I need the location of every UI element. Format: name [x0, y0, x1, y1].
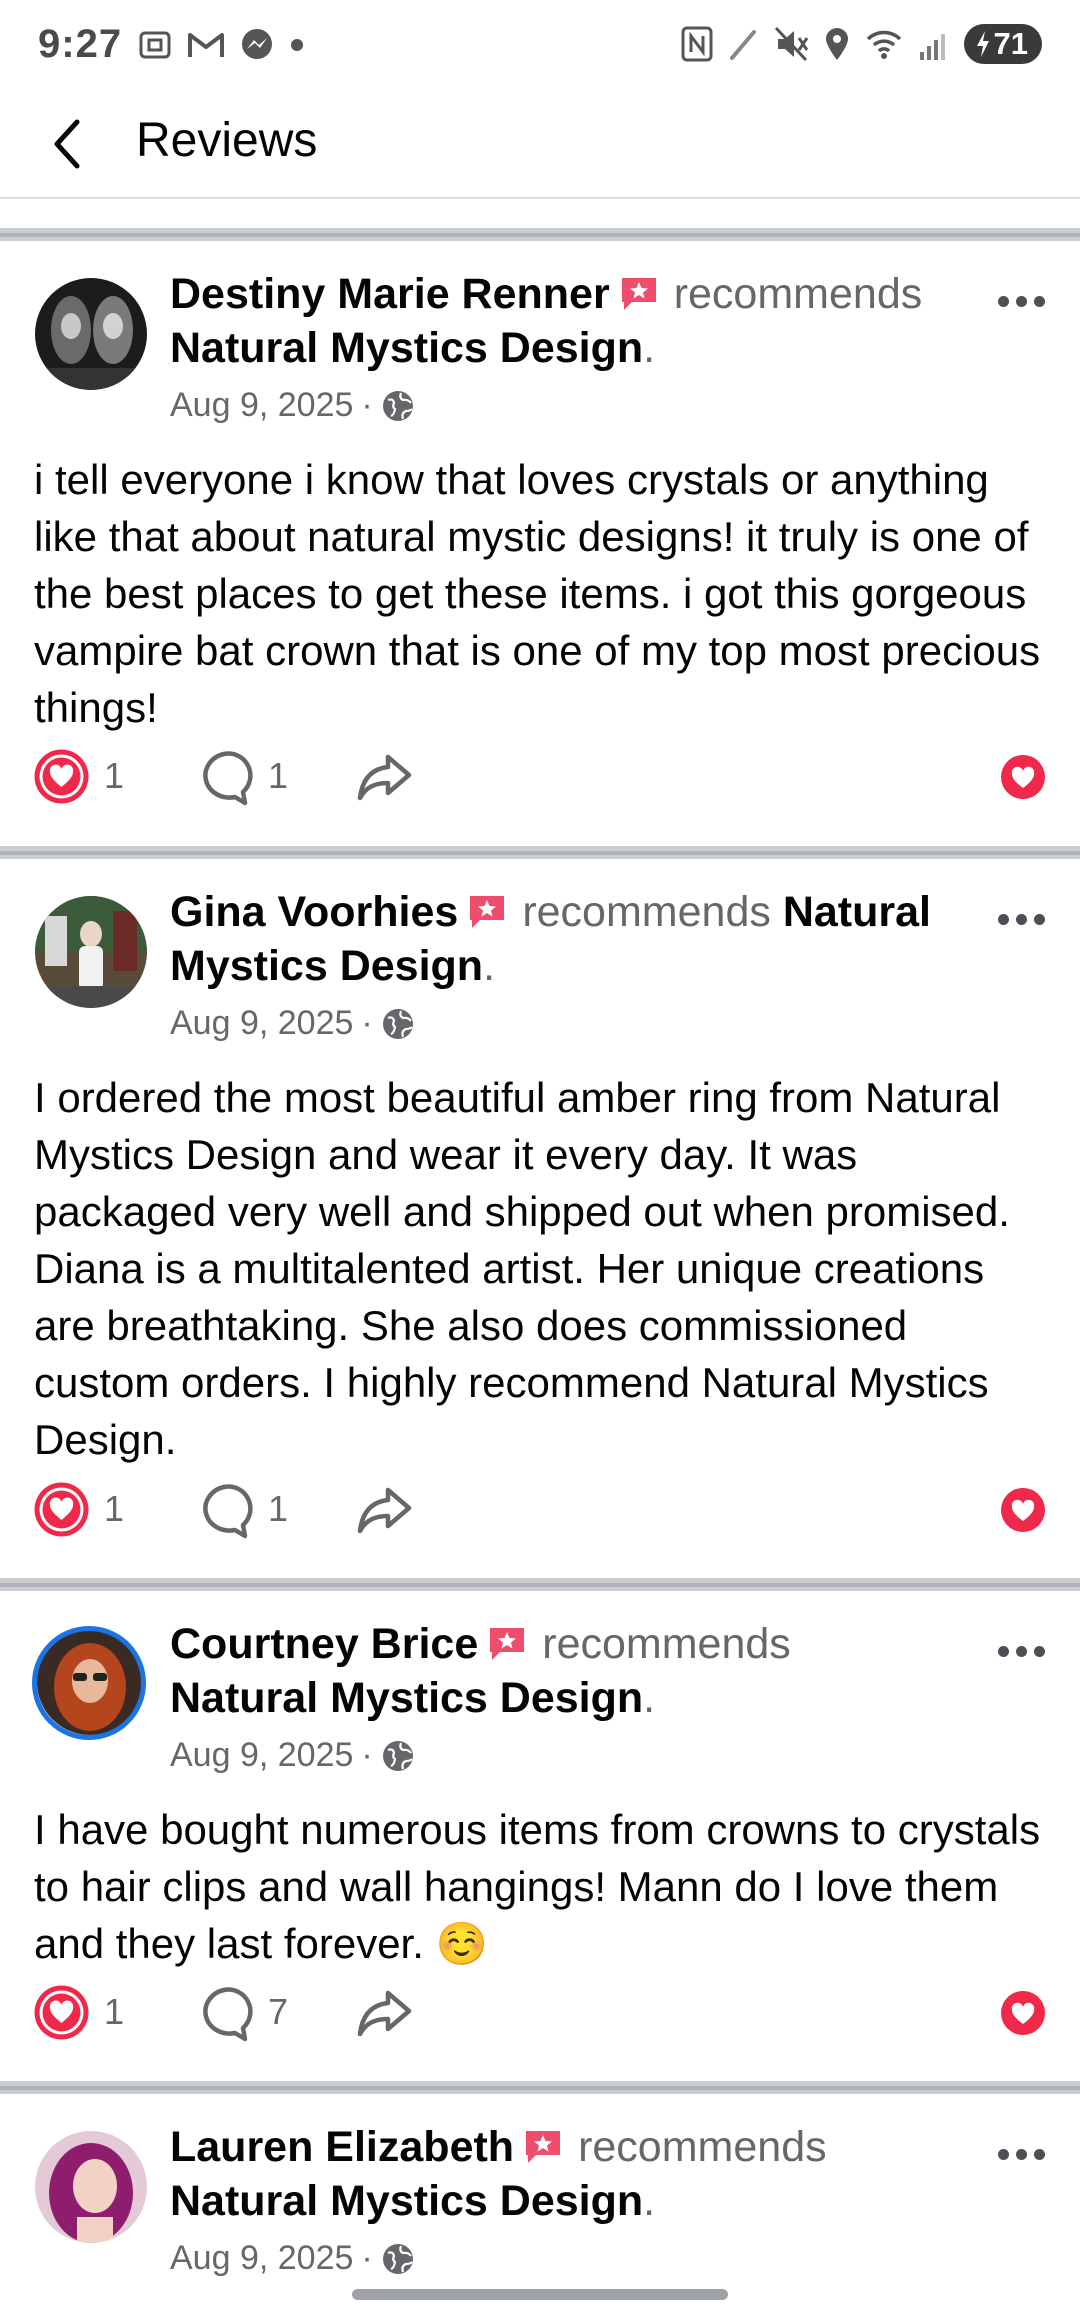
- share-icon[interactable]: [355, 751, 413, 803]
- like-button-icon[interactable]: [1000, 1487, 1046, 1533]
- review-text: I have bought numerous items from crowns…: [34, 1806, 1041, 1967]
- review-date[interactable]: Aug 9, 2025: [170, 1004, 353, 1043]
- reviewer-name[interactable]: Lauren Elizabeth: [170, 2123, 514, 2171]
- location-icon: [825, 28, 848, 60]
- status-right-icons: 71: [680, 24, 1042, 64]
- share-icon[interactable]: [355, 1987, 413, 2039]
- app-header: Reviews: [0, 95, 1080, 199]
- recommend-badge-icon: [470, 896, 505, 928]
- meta-separator: ·: [361, 2239, 373, 2277]
- like-button-icon[interactable]: [1000, 754, 1046, 800]
- heart-reaction-icon[interactable]: [33, 1984, 90, 2041]
- recommends-text: recommends: [522, 888, 771, 936]
- comment-icon[interactable]: [195, 749, 253, 807]
- like-count[interactable]: 1: [104, 1488, 124, 1530]
- more-options-button[interactable]: [990, 2134, 1052, 2174]
- page-title: Reviews: [136, 114, 318, 167]
- avatar[interactable]: [35, 278, 147, 390]
- review-date[interactable]: Aug 9, 2025: [170, 386, 353, 425]
- review-actions: 1 1: [0, 747, 1080, 807]
- recommend-badge-icon: [490, 1628, 525, 1660]
- review-headline: Destiny Marie Renner recommends Natural My…: [170, 270, 923, 372]
- more-options-button[interactable]: [990, 1631, 1052, 1671]
- back-arrow-icon: [54, 119, 80, 169]
- reviewer-name[interactable]: Gina Voorhies: [170, 888, 458, 936]
- like-count[interactable]: 1: [104, 755, 124, 797]
- battery-level: 71: [993, 26, 1028, 61]
- reviewer-name[interactable]: Destiny Marie Renner: [170, 270, 610, 318]
- charging-icon: [976, 31, 989, 57]
- dot-icon: [291, 39, 303, 51]
- recommends-text: recommends: [673, 270, 923, 318]
- meta-separator: ·: [361, 386, 373, 424]
- section-divider: [0, 1578, 1080, 1591]
- like-count[interactable]: 1: [104, 1991, 124, 2033]
- story-ring: [32, 1626, 146, 1740]
- review-date[interactable]: Aug 9, 2025: [170, 2239, 353, 2278]
- heart-reaction-icon[interactable]: [33, 1481, 90, 1538]
- globe-icon: [382, 1008, 413, 1039]
- status-left-icons: [135, 25, 307, 65]
- page-name-link[interactable]: Natural Mystics Design: [170, 1674, 643, 1722]
- gmail-icon: [188, 33, 224, 57]
- review-headline: Lauren Elizabeth recommends Natural Mystic…: [170, 2123, 827, 2225]
- avatar[interactable]: [35, 2131, 147, 2243]
- recommends-text: recommends: [542, 1620, 791, 1668]
- review-actions: 1 1: [0, 1480, 1080, 1540]
- section-divider: [0, 846, 1080, 859]
- status-time: 9:27: [38, 22, 123, 66]
- home-indicator[interactable]: [352, 2289, 728, 2300]
- page-name-link[interactable]: Natural Mystics Design: [170, 324, 643, 372]
- comment-count[interactable]: 1: [268, 1488, 288, 1530]
- nfc-icon: [681, 26, 713, 62]
- review-text: i tell everyone i know that loves crysta…: [34, 456, 1041, 731]
- like-button-icon[interactable]: [1000, 1990, 1046, 2036]
- reviewer-name[interactable]: Courtney Brice: [170, 1620, 478, 1668]
- page-name-link[interactable]: Natural Mystics Design: [170, 2177, 643, 2225]
- messenger-icon: [242, 29, 272, 59]
- battery-indicator: 71: [963, 24, 1042, 64]
- review-headline: Gina Voorhies recommends Natural Mystics …: [170, 888, 931, 990]
- recommends-text: recommends: [578, 2123, 827, 2171]
- recommend-badge-icon: [526, 2131, 561, 2163]
- recommend-badge-icon: [621, 278, 656, 310]
- comment-icon[interactable]: [195, 1482, 253, 1540]
- mute-icon: [774, 26, 808, 62]
- more-options-button[interactable]: [990, 281, 1052, 321]
- review-headline: Courtney Brice recommends Natural Mystics …: [170, 1620, 791, 1722]
- review-meta: Aug 9, 2025 ·: [170, 1736, 415, 1775]
- review-meta: Aug 9, 2025 ·: [170, 386, 415, 425]
- wifi-icon: [866, 30, 901, 59]
- comment-count[interactable]: 1: [268, 755, 288, 797]
- more-options-button[interactable]: [990, 899, 1052, 939]
- review-text: I ordered the most beautiful amber ring …: [34, 1074, 1010, 1463]
- comment-icon[interactable]: [195, 1985, 253, 2043]
- avatar[interactable]: [35, 896, 147, 1008]
- signal-icon: [919, 34, 945, 60]
- section-divider: [0, 228, 1080, 241]
- heart-reaction-icon[interactable]: [33, 748, 90, 805]
- globe-icon: [382, 390, 413, 421]
- section-divider: [0, 2081, 1080, 2094]
- globe-icon: [382, 2243, 413, 2274]
- back-button[interactable]: [40, 109, 94, 179]
- meta-separator: ·: [361, 1004, 373, 1042]
- status-bar: 9:27 71: [0, 0, 1080, 95]
- screenshot-icon: [139, 31, 171, 59]
- review-meta: Aug 9, 2025 ·: [170, 2239, 415, 2278]
- comment-count[interactable]: 7: [268, 1991, 288, 2033]
- review-meta: Aug 9, 2025 ·: [170, 1004, 415, 1043]
- globe-icon: [382, 1740, 413, 1771]
- share-icon[interactable]: [355, 1484, 413, 1536]
- review-date[interactable]: Aug 9, 2025: [170, 1736, 353, 1775]
- meta-separator: ·: [361, 1736, 373, 1774]
- review-actions: 1 7: [0, 1983, 1080, 2043]
- pen-icon: [729, 30, 756, 60]
